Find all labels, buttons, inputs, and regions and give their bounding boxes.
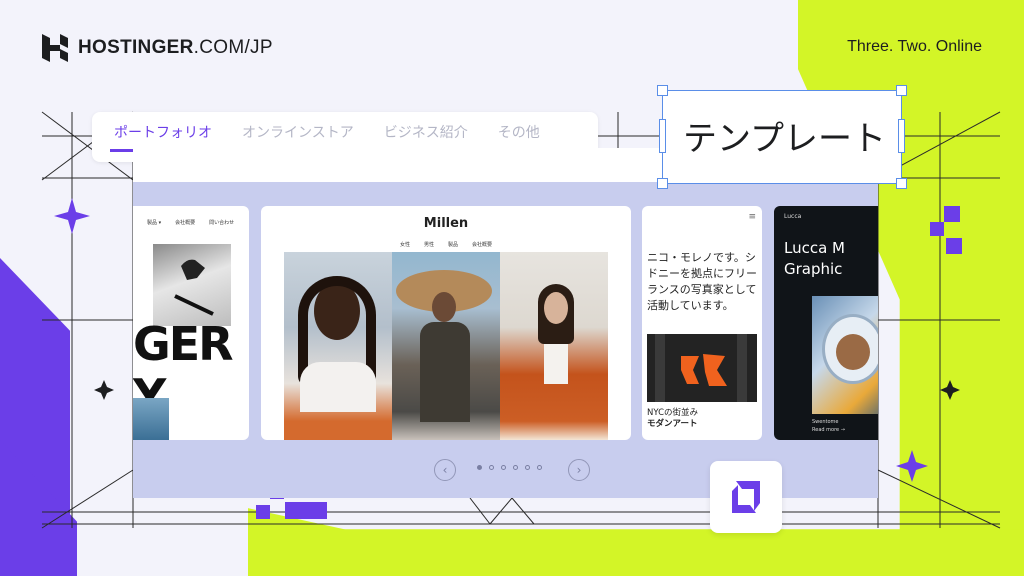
- resize-handle[interactable]: [657, 85, 668, 96]
- template-carousel[interactable]: 製品 ▾ 会社概要 問い合わせ GER Y Millen 女性 男性 製品 会社…: [133, 182, 878, 498]
- resize-handle[interactable]: [659, 119, 666, 153]
- carousel-dot[interactable]: [525, 465, 530, 470]
- carousel-dot[interactable]: [513, 465, 518, 470]
- card-title: Millen: [423, 216, 469, 231]
- builder-logo-tile[interactable]: [710, 461, 782, 533]
- resize-handle[interactable]: [898, 119, 905, 153]
- card-caption: NYCの街並み モダンアート: [647, 408, 699, 429]
- orange-sculpture-figure: [647, 334, 757, 402]
- card-nav: 製品 ▾ 会社概要 問い合わせ: [147, 220, 235, 226]
- carousel-dot[interactable]: [477, 465, 482, 470]
- template-label-box[interactable]: テンプレート: [657, 85, 907, 189]
- chevron-right-icon: ›: [576, 463, 582, 477]
- sparkle-icon: [94, 380, 114, 400]
- template-card[interactable]: 製品 ▾ 会社概要 問い合わせ GER Y: [133, 206, 249, 440]
- resize-handle[interactable]: [896, 85, 907, 96]
- card-heading: Lucca M Graphic: [784, 239, 845, 278]
- card-brand: Lucca: [784, 213, 802, 220]
- portrait-photo: [392, 252, 500, 440]
- brand[interactable]: HOSTINGER.COM/JP: [42, 34, 273, 62]
- carousel-dot[interactable]: [501, 465, 506, 470]
- carousel-dot[interactable]: [489, 465, 494, 470]
- resize-handle[interactable]: [657, 178, 668, 189]
- snowboarder-figure: [174, 259, 214, 316]
- chevron-left-icon: ‹: [442, 463, 448, 477]
- water-photo: [133, 398, 169, 440]
- portrait-photo: [284, 252, 392, 440]
- template-card-dark[interactable]: Lucca Lucca M Graphic Swentome Read more…: [774, 206, 878, 440]
- astronaut-photo: [812, 296, 878, 414]
- sparkle-icon: [54, 198, 90, 234]
- art-photo: [647, 334, 757, 402]
- card-nav: 女性 男性 製品 会社概要: [399, 242, 493, 248]
- card-body-text: ニコ・モレノです。シドニーを拠点にフリーランスの写真家として活動しています。: [647, 251, 757, 312]
- template-card[interactable]: ≡ ニコ・モレノです。シドニーを拠点にフリーランスの写真家として活動しています。…: [642, 206, 762, 440]
- tagline: Three. Two. Online: [847, 38, 982, 55]
- template-label: テンプレート: [683, 119, 886, 159]
- sparkle-icon: [896, 450, 928, 482]
- card-footer: Swentome Read more →: [812, 419, 845, 433]
- sparkle-icon: [940, 380, 960, 400]
- carousel-next-button[interactable]: ›: [568, 459, 590, 481]
- hamburger-menu-icon[interactable]: ≡: [748, 212, 756, 222]
- carousel-dot[interactable]: [537, 465, 542, 470]
- template-card-featured[interactable]: Millen 女性 男性 製品 会社概要: [261, 206, 631, 440]
- snowboard-photo: [153, 244, 231, 326]
- brand-name: HOSTINGER.COM/JP: [78, 37, 273, 58]
- carousel-prev-button[interactable]: ‹: [434, 459, 456, 481]
- resize-handle[interactable]: [896, 178, 907, 189]
- hostinger-logo-icon: [42, 34, 68, 62]
- builder-logo-icon: [732, 481, 760, 513]
- portrait-photo: [500, 252, 608, 440]
